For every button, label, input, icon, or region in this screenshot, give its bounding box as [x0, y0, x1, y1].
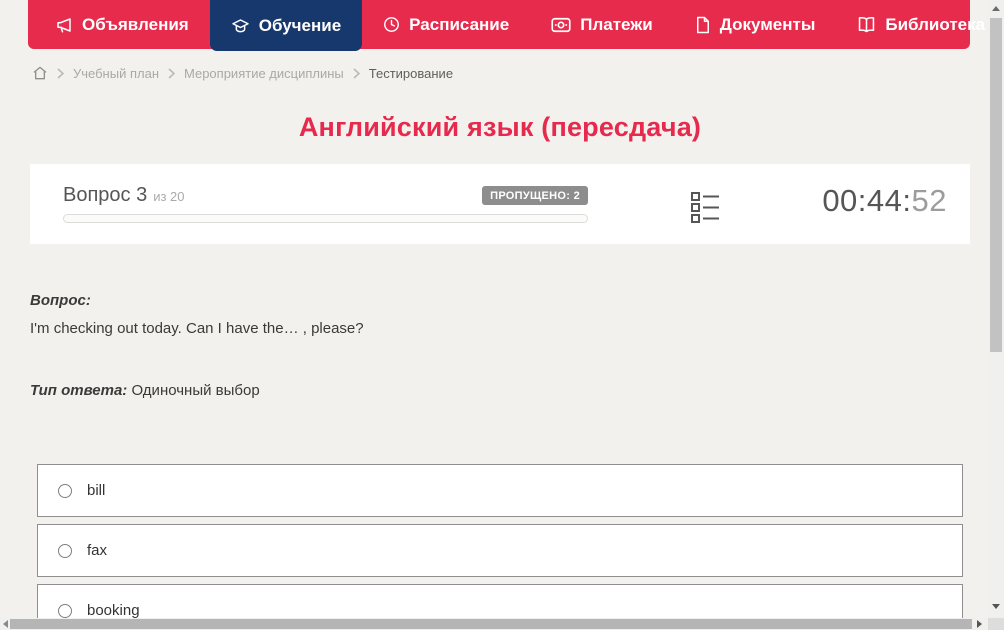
nav-item-documents[interactable]: Документы [674, 0, 837, 49]
nav-item-label: Расписание [409, 15, 509, 35]
scroll-up-arrow-icon[interactable] [992, 6, 1000, 11]
answer-type-value: Одиночный выбор [131, 382, 259, 399]
horizontal-scroll-thumb[interactable] [10, 619, 972, 629]
megaphone-icon [55, 16, 73, 34]
question-list-icon[interactable] [690, 191, 720, 223]
home-icon[interactable] [32, 65, 48, 81]
page: Объявления Обучение Расписание Платежи [0, 0, 1004, 630]
answer-option-bill[interactable]: bill [37, 464, 963, 517]
breadcrumb-link-discipline-event[interactable]: Мероприятие дисциплины [184, 66, 344, 81]
question-counter: Вопрос 3 из 20 [63, 184, 185, 207]
answer-type-label: Тип ответа: [30, 382, 127, 399]
book-icon [857, 16, 876, 33]
question-panel: Вопрос 3 из 20 ПРОПУЩЕНО: 2 00:44:52 [30, 164, 970, 244]
option-label: fax [87, 542, 107, 559]
timer-hours-minutes: 00:44: [822, 183, 911, 218]
skipped-badge: ПРОПУЩЕНО: 2 [482, 186, 588, 205]
scrollbar-corner [988, 618, 1004, 630]
radio-button[interactable] [58, 544, 72, 558]
answer-option-fax[interactable]: fax [37, 524, 963, 577]
timer-seconds: 52 [912, 183, 947, 218]
cash-icon [551, 17, 571, 33]
progress-bar [63, 214, 588, 223]
radio-button[interactable] [58, 604, 72, 618]
clock-icon [383, 16, 400, 33]
nav-item-library[interactable]: Библиотека [836, 0, 1004, 49]
scroll-left-arrow-icon[interactable] [3, 620, 8, 628]
timer: 00:44:52 [822, 164, 970, 219]
top-nav: Объявления Обучение Расписание Платежи [28, 0, 970, 49]
nav-item-label: Объявления [82, 15, 189, 35]
document-icon [695, 16, 711, 34]
nav-item-payments[interactable]: Платежи [530, 0, 674, 49]
breadcrumb: Учебный план Мероприятие дисциплины Тест… [32, 62, 453, 84]
answer-options: bill fax booking [37, 464, 963, 630]
breadcrumb-chevron-icon [57, 68, 64, 79]
question-body: Вопрос: I'm checking out today. Can I ha… [30, 292, 930, 399]
answer-type: Тип ответа: Одиночный выбор [30, 382, 930, 399]
breadcrumb-link-study-plan[interactable]: Учебный план [73, 66, 159, 81]
option-label: bill [87, 482, 105, 499]
horizontal-scrollbar[interactable] [0, 618, 988, 630]
nav-item-label: Библиотека [885, 15, 985, 35]
question-total: из 20 [153, 189, 184, 204]
question-label: Вопрос: [30, 292, 930, 309]
question-number: Вопрос 3 [63, 184, 147, 206]
scroll-right-arrow-icon[interactable] [977, 620, 982, 628]
nav-item-announcements[interactable]: Объявления [34, 0, 210, 49]
nav-item-education[interactable]: Обучение [210, 0, 362, 51]
vertical-scrollbar[interactable] [988, 0, 1004, 618]
breadcrumb-chevron-icon [353, 68, 360, 79]
breadcrumb-chevron-icon [168, 68, 175, 79]
question-progress-block: Вопрос 3 из 20 ПРОПУЩЕНО: 2 [30, 164, 588, 223]
scroll-down-arrow-icon[interactable] [992, 604, 1000, 609]
graduation-cap-icon [231, 17, 250, 35]
radio-button[interactable] [58, 484, 72, 498]
nav-item-label: Платежи [580, 15, 653, 35]
page-title: Английский язык (пересдача) [0, 112, 1000, 143]
nav-item-schedule[interactable]: Расписание [362, 0, 530, 49]
question-text: I'm checking out today. Can I have the… … [30, 318, 930, 339]
nav-item-label: Документы [720, 15, 816, 35]
breadcrumb-current: Тестирование [369, 66, 453, 81]
nav-item-label: Обучение [259, 16, 341, 36]
option-label: booking [87, 602, 140, 619]
vertical-scroll-thumb[interactable] [990, 18, 1002, 352]
